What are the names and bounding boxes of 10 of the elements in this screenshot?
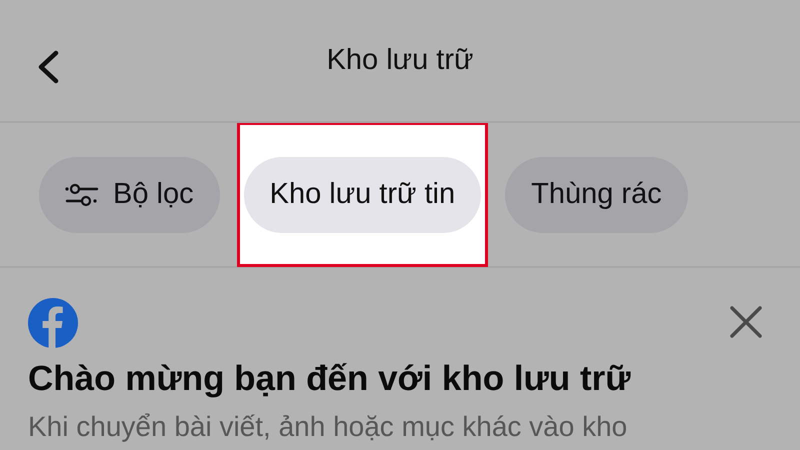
filter-chip[interactable]: Bộ lọc bbox=[39, 156, 220, 232]
facebook-logo-icon bbox=[28, 298, 78, 348]
notice-title: Chào mừng bạn đến với kho lưu trữ bbox=[28, 358, 632, 400]
sliders-icon bbox=[65, 182, 99, 208]
page-title: Kho lưu trữ bbox=[326, 42, 474, 78]
close-button[interactable] bbox=[730, 306, 762, 338]
filter-chip[interactable]: Thùng rác bbox=[505, 156, 688, 232]
filter-chip[interactable]: Kho lưu trữ tin bbox=[244, 156, 482, 232]
back-button[interactable] bbox=[36, 50, 60, 84]
notice-text: Khi chuyển bài viết, ảnh hoặc mục khác vào kho bbox=[28, 412, 628, 443]
